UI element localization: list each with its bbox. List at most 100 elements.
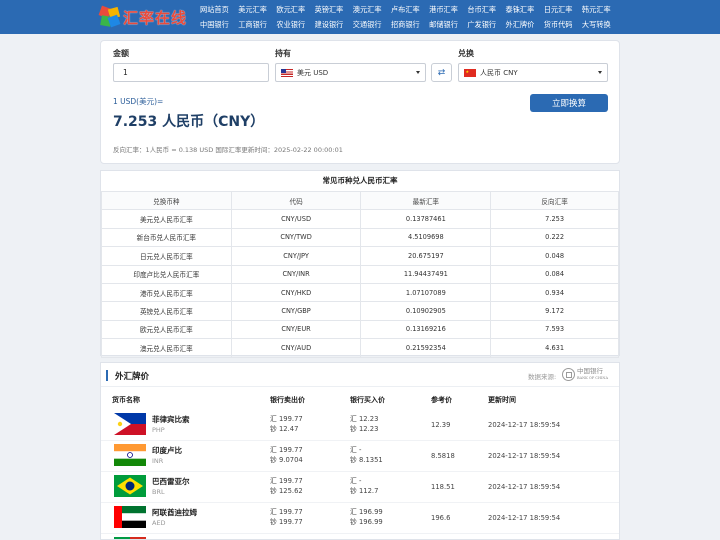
reverse-rate: 9.172 [490, 301, 619, 321]
column-header: 兑换币种 [101, 190, 232, 211]
uae-flag-icon [114, 506, 146, 528]
nav-link[interactable]: 农业银行 [276, 20, 314, 30]
india-flag-icon [114, 444, 146, 466]
data-source-label: 数据来源: [528, 373, 557, 381]
nav-link[interactable]: 建设银行 [315, 20, 353, 30]
pair-code: CNY/INR [230, 264, 362, 284]
pair-name[interactable]: 日元兑人民币汇率 [101, 246, 232, 266]
swap-icon: ⇄ [437, 67, 446, 78]
column-header: 货币名称 [112, 396, 140, 404]
table-row[interactable]: 巴西雷亚尔 BRL 汇 199.77 钞 125.62 汇 - 钞 112.7 … [101, 472, 619, 503]
update-time: 2024-12-17 18:59:54 [488, 514, 561, 522]
table-row[interactable]: 阿联酋迪拉姆 AED 汇 199.77 钞 199.77 汇 196.99 钞 … [101, 503, 619, 534]
swap-button[interactable]: ⇄ [431, 63, 452, 82]
site-logo[interactable]: 汇率在线 [98, 3, 187, 31]
column-header: 银行买入价 [350, 396, 385, 404]
logo-icon [98, 5, 121, 28]
table-row[interactable]: 菲律宾比索 PHP 汇 199.77 钞 12.47 汇 12.23 钞 12.… [101, 410, 619, 441]
site-header: 汇率在线 网站首页 美元汇率 欧元汇率 英镑汇率 澳元汇率 卢布汇率 港币汇率 … [0, 0, 720, 34]
unit-line: 1 USD(美元)= [113, 97, 164, 106]
table-row[interactable]: 欧元兑人民币汇率 CNY/EUR 0.13169216 7.593 [101, 319, 619, 340]
exchange-label: 兑换 [458, 49, 474, 58]
nav-link[interactable]: 大写转换 [582, 20, 620, 30]
table-row[interactable] [101, 534, 619, 539]
nav-link[interactable]: 日元汇率 [544, 5, 582, 15]
currency-converter: 金额 持有 兑换 美元 USD ⇄ ★ 人民币 CNY 1 USD(美元)= 7… [100, 40, 620, 164]
nav-link[interactable]: 美元汇率 [238, 5, 276, 15]
cn-flag-icon: ★ [464, 68, 476, 77]
latest-rate: 4.5109698 [360, 227, 492, 248]
column-header: 最新汇率 [360, 190, 492, 211]
table-row[interactable]: 澳元兑人民币汇率 CNY/AUD 0.21592354 4.631 [101, 338, 619, 358]
nav-link[interactable]: 中国银行 [200, 20, 238, 30]
buy-transfer: 汇 12.23 [350, 415, 379, 423]
nav-link[interactable]: 台币汇率 [467, 5, 505, 15]
nav-link[interactable]: 交通银行 [353, 20, 391, 30]
buy-transfer: 汇 - [350, 477, 362, 485]
column-header: 参考价 [431, 396, 452, 404]
convert-button[interactable]: 立即换算 [530, 94, 608, 112]
latest-rate: 0.13169216 [360, 319, 492, 340]
common-rates-title: 常见币种兑人民币汇率 [322, 176, 398, 185]
nav-link[interactable]: 外汇牌价 [506, 20, 544, 30]
nav-link[interactable]: 招商银行 [391, 20, 429, 30]
reverse-rate: 4.631 [490, 338, 619, 358]
table-row[interactable]: 英镑兑人民币汇率 CNY/GBP 0.10902905 9.172 [101, 301, 619, 321]
pair-name[interactable]: 澳元兑人民币汇率 [101, 338, 232, 358]
pair-code: CNY/GBP [230, 301, 362, 321]
to-currency-select[interactable]: ★ 人民币 CNY [458, 63, 608, 82]
nav-link[interactable]: 广发银行 [467, 20, 505, 30]
nav-link[interactable]: 澳元汇率 [353, 5, 391, 15]
chevron-down-icon [598, 71, 602, 74]
table-row[interactable]: 印度卢比兑人民币汇率 CNY/INR 11.94437491 0.084 [101, 264, 619, 284]
table-row[interactable]: 印度卢比 INR 汇 199.77 钞 9.0704 汇 - 钞 8.1351 … [101, 441, 619, 472]
buy-transfer: 汇 196.99 [350, 508, 383, 516]
update-time: 2024-12-17 18:59:54 [488, 421, 561, 429]
forex-title: 外汇牌价 [115, 372, 150, 382]
currency-name[interactable]: 巴西雷亚尔 [152, 476, 190, 487]
nav-link[interactable]: 货币代码 [544, 20, 582, 30]
nav-link[interactable]: 网站首页 [200, 5, 238, 15]
common-rates-panel: 常见币种兑人民币汇率 兑换币种 代码 最新汇率 反向汇率 美元兑人民币汇率 CN… [100, 170, 620, 358]
table-row[interactable]: 新台币兑人民币汇率 CNY/TWD 4.5109698 0.222 [101, 227, 619, 248]
us-flag-icon [281, 68, 293, 77]
nav-link[interactable]: 邮储银行 [429, 20, 467, 30]
pair-name[interactable]: 港币兑人民币汇率 [101, 282, 232, 303]
sell-cash: 钞 199.77 [270, 518, 303, 526]
table-row[interactable]: 港币兑人民币汇率 CNY/HKD 1.07107089 0.934 [101, 282, 619, 303]
pair-code: CNY/HKD [230, 282, 362, 303]
currency-name[interactable]: 阿联酋迪拉姆 [152, 507, 197, 518]
table-row[interactable]: 美元兑人民币汇率 CNY/USD 0.13787461 7.253 [101, 209, 619, 229]
from-currency-select[interactable]: 美元 USD [275, 63, 426, 82]
latest-rate: 1.07107089 [360, 282, 492, 303]
pair-name[interactable]: 欧元兑人民币汇率 [101, 319, 232, 340]
pair-code: CNY/EUR [230, 319, 362, 340]
nav-link[interactable]: 韩元汇率 [582, 5, 620, 15]
nav-link[interactable]: 英镑汇率 [315, 5, 353, 15]
nav-link[interactable]: 卢布汇率 [391, 5, 429, 15]
currency-name[interactable]: 印度卢比 [152, 445, 182, 456]
nav-link[interactable]: 欧元汇率 [276, 5, 314, 15]
nav-link[interactable]: 港币汇率 [429, 5, 467, 15]
column-header: 反向汇率 [490, 190, 619, 211]
pair-name[interactable]: 英镑兑人民币汇率 [101, 301, 232, 321]
pair-name[interactable]: 美元兑人民币汇率 [101, 209, 232, 229]
common-rates-table: 兑换币种 代码 最新汇率 反向汇率 美元兑人民币汇率 CNY/USD 0.137… [101, 190, 619, 358]
pair-name[interactable]: 新台币兑人民币汇率 [101, 227, 232, 248]
reverse-rate: 0.934 [490, 282, 619, 303]
pair-code: CNY/AUD [230, 338, 362, 358]
bank-of-china-icon [562, 368, 575, 381]
latest-rate: 0.10902905 [360, 301, 492, 321]
pair-code: CNY/USD [230, 209, 362, 229]
pair-name[interactable]: 印度卢比兑人民币汇率 [101, 264, 232, 284]
nav-row-2: 中国银行 工商银行 农业银行 建设银行 交通银行 招商银行 邮储银行 广发银行 … [200, 17, 620, 32]
table-row[interactable]: 日元兑人民币汇率 CNY/JPY 20.675197 0.048 [101, 246, 619, 266]
pair-code: CNY/TWD [230, 227, 362, 248]
nav-link[interactable]: 工商银行 [238, 20, 276, 30]
nav-link[interactable]: 泰铢汇率 [506, 5, 544, 15]
buy-cash: 钞 8.1351 [350, 456, 383, 464]
amount-label: 金额 [113, 49, 129, 58]
currency-name[interactable]: 菲律宾比索 [152, 414, 190, 425]
amount-input[interactable] [113, 63, 269, 82]
buy-cash: 钞 112.7 [350, 487, 379, 495]
